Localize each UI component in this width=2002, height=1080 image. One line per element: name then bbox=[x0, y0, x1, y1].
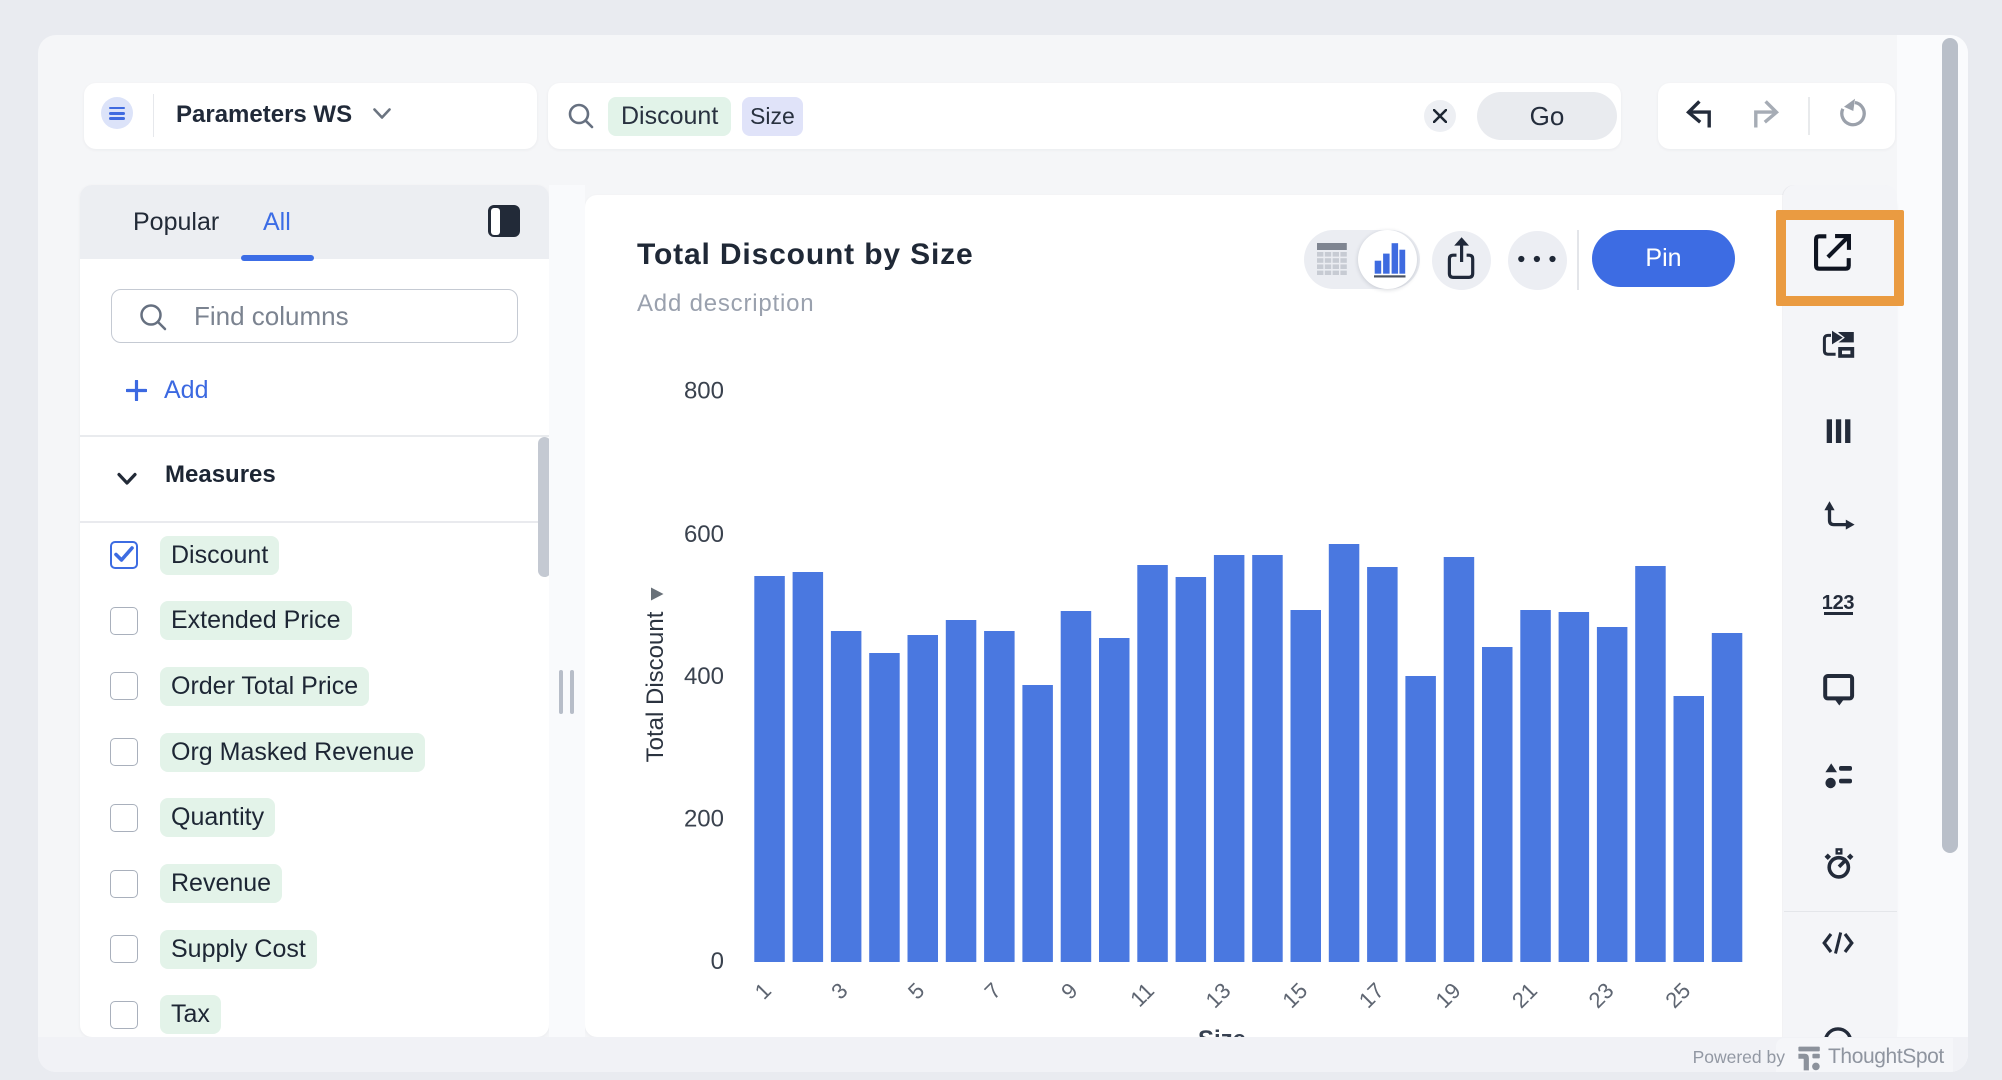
svg-text:800: 800 bbox=[684, 378, 724, 405]
svg-text:1: 1 bbox=[750, 978, 776, 1004]
svg-text:15: 15 bbox=[1277, 978, 1312, 1013]
svg-text:600: 600 bbox=[684, 521, 724, 548]
svg-text:0: 0 bbox=[711, 948, 724, 975]
svg-text:11: 11 bbox=[1125, 978, 1159, 1012]
svg-text:3: 3 bbox=[826, 978, 852, 1004]
svg-text:25: 25 bbox=[1660, 978, 1695, 1013]
svg-text:9: 9 bbox=[1056, 978, 1082, 1004]
svg-text:13: 13 bbox=[1201, 978, 1236, 1013]
svg-text:19: 19 bbox=[1431, 978, 1466, 1013]
svg-text:23: 23 bbox=[1584, 978, 1619, 1013]
svg-text:17: 17 bbox=[1354, 978, 1389, 1013]
svg-text:200: 200 bbox=[684, 806, 724, 833]
svg-text:5: 5 bbox=[903, 978, 929, 1004]
svg-text:21: 21 bbox=[1507, 978, 1542, 1013]
svg-text:400: 400 bbox=[684, 663, 724, 690]
svg-text:7: 7 bbox=[980, 978, 1006, 1004]
svg-text:Total Discount: Total Discount bbox=[642, 611, 669, 762]
